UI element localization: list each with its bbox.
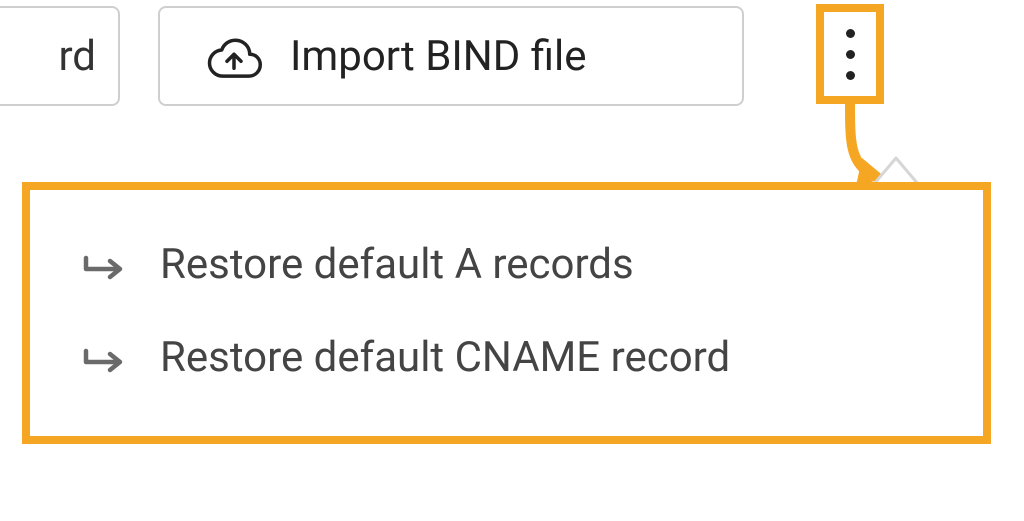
- annotation-arrow-icon: [842, 102, 912, 190]
- more-actions-dropdown: Restore default A records Restore defaul…: [22, 182, 991, 444]
- kebab-icon: [846, 29, 855, 80]
- restore-arrow-icon: [82, 341, 126, 375]
- cloud-upload-icon: [206, 33, 262, 79]
- restore-default-cname-record-item[interactable]: Restore default CNAME record: [30, 311, 983, 404]
- import-bind-file-button[interactable]: Import BIND file: [158, 6, 744, 106]
- import-bind-file-label: Import BIND file: [290, 32, 587, 81]
- add-record-button-partial[interactable]: rd: [0, 6, 120, 106]
- restore-arrow-icon: [82, 248, 126, 282]
- dropdown-item-label: Restore default CNAME record: [160, 333, 730, 382]
- restore-default-a-records-item[interactable]: Restore default A records: [30, 218, 983, 311]
- dropdown-item-label: Restore default A records: [160, 240, 634, 289]
- more-actions-button[interactable]: [816, 4, 884, 104]
- add-record-button-label-suffix: rd: [58, 32, 96, 81]
